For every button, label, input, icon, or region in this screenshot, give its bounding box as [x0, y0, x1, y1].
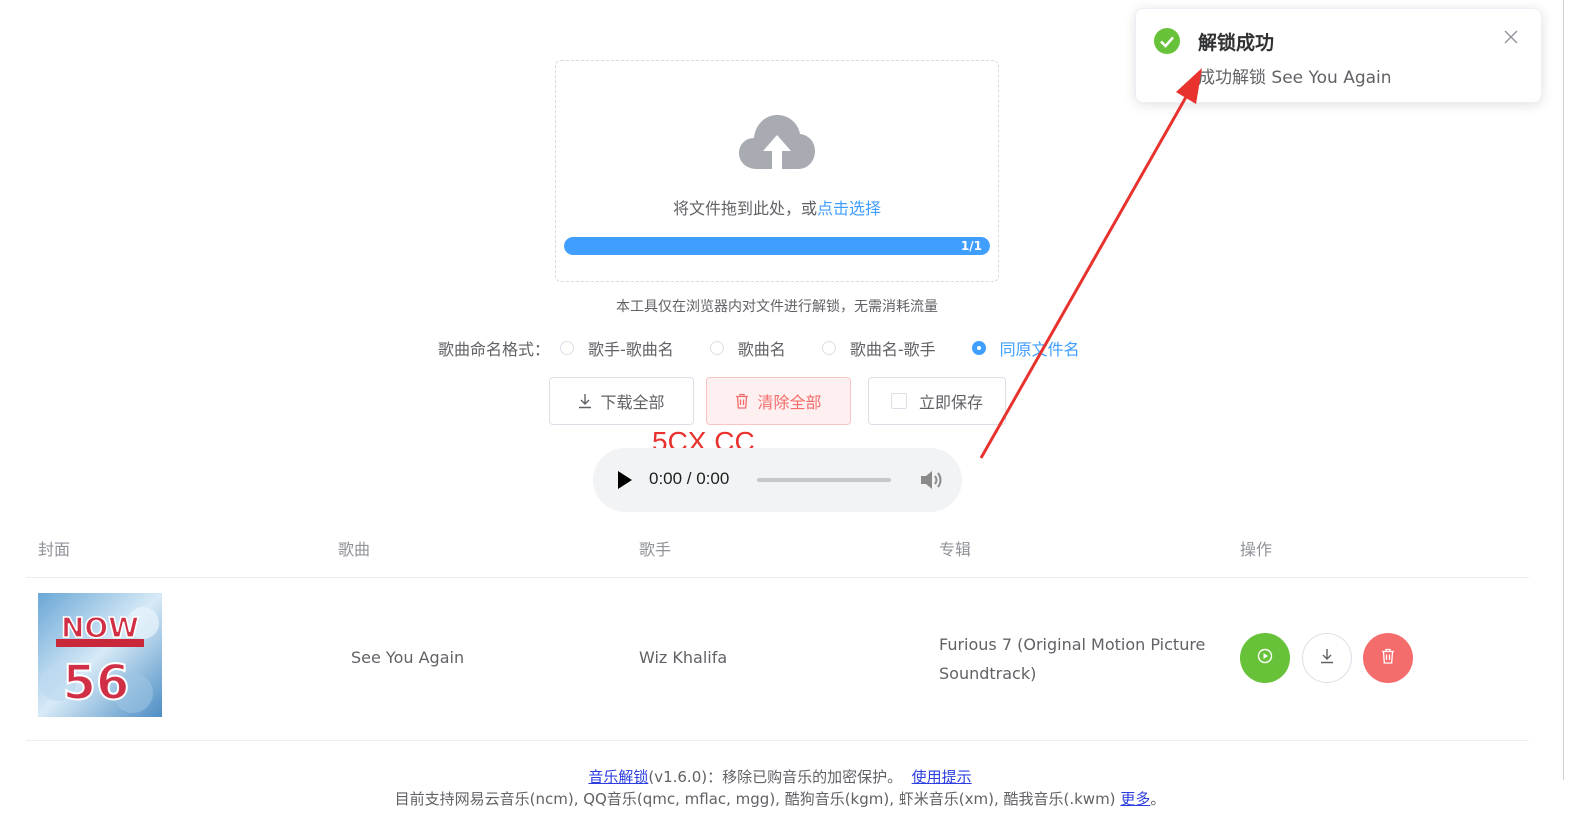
- usage-tips-link[interactable]: 使用提示: [912, 768, 972, 786]
- clear-all-button[interactable]: 清除全部: [706, 377, 851, 425]
- radio-circle[interactable]: [821, 341, 836, 355]
- download-all-label: 下载全部: [600, 393, 665, 412]
- scrollbar-track[interactable]: [1563, 0, 1564, 780]
- radio-label: 歌曲名: [737, 340, 786, 359]
- download-all-button[interactable]: 下载全部: [549, 377, 694, 425]
- header-actions: 操作: [1240, 540, 1273, 559]
- song-title: See You Again: [351, 648, 465, 667]
- volume-icon[interactable]: [919, 468, 945, 496]
- download-button[interactable]: [1302, 633, 1352, 683]
- header-artist: 歌手: [639, 540, 672, 559]
- version-text: (v1.6.0)：移除已购音乐的加密保护。: [648, 768, 903, 786]
- naming-option-original[interactable]: 同原文件名: [971, 336, 1080, 360]
- song-album: Furious 7 (Original Motion Picture Sound…: [939, 635, 1206, 683]
- delete-button[interactable]: [1363, 633, 1413, 683]
- header-title: 歌曲: [338, 540, 371, 559]
- audio-player: 0:00 / 0:00: [593, 448, 962, 512]
- cloud-upload-icon: [739, 113, 815, 177]
- radio-label: 同原文件名: [999, 340, 1080, 359]
- header-album: 专辑: [939, 540, 972, 559]
- play-circle-icon: [1257, 648, 1273, 668]
- radio-circle[interactable]: [709, 341, 724, 355]
- radio-circle[interactable]: [560, 341, 575, 355]
- song-artist: Wiz Khalifa: [639, 648, 728, 667]
- footer-period: 。: [1150, 790, 1166, 808]
- audio-seek-bar[interactable]: [757, 478, 891, 482]
- radio-label: 歌手-歌曲名: [588, 340, 674, 359]
- download-icon: [578, 393, 592, 409]
- close-icon[interactable]: [1504, 29, 1518, 48]
- clear-all-label: 清除全部: [757, 393, 822, 412]
- table-divider: [26, 740, 1529, 741]
- naming-format-group: 歌曲命名格式： 歌手-歌曲名 歌曲名 歌曲名-歌手 同原文件名: [438, 337, 1116, 359]
- upload-drag-text: 将文件拖到此处，或: [672, 199, 817, 218]
- cover-number-text: 56: [63, 655, 130, 711]
- album-cover: NOW 56: [38, 593, 162, 717]
- trash-icon: [1381, 648, 1395, 668]
- naming-option-title-artist[interactable]: 歌曲名-歌手: [821, 336, 936, 360]
- naming-option-title[interactable]: 歌曲名: [709, 336, 786, 360]
- notification-message: 成功解锁 See You Again: [1198, 68, 1392, 88]
- upload-progress-bar: 1/1: [564, 237, 990, 255]
- success-notification: 解锁成功 成功解锁 See You Again: [1135, 8, 1542, 103]
- cover-now-text: NOW: [61, 611, 139, 644]
- radio-label: 歌曲名-歌手: [849, 340, 936, 359]
- table-divider: [26, 577, 1529, 578]
- check-circle-icon: [1154, 28, 1180, 58]
- download-icon: [1320, 648, 1334, 668]
- upload-progress-fill: [564, 237, 990, 255]
- checkbox-box[interactable]: [890, 393, 907, 409]
- supported-formats-text: 目前支持网易云音乐(ncm), QQ音乐(qmc, mflac, mgg), 酷…: [394, 790, 1116, 808]
- play-icon[interactable]: [617, 470, 633, 494]
- upload-dropzone[interactable]: 将文件拖到此处，或点击选择 1/1: [555, 60, 999, 282]
- save-now-label: 立即保存: [918, 393, 983, 412]
- naming-format-label: 歌曲命名格式：: [438, 340, 551, 359]
- footer-line-version: 音乐解锁(v1.6.0)：移除已购音乐的加密保护。 使用提示: [0, 766, 1560, 787]
- header-cover: 封面: [38, 540, 71, 559]
- trash-icon: [735, 393, 749, 409]
- play-button[interactable]: [1240, 633, 1290, 683]
- audio-time: 0:00 / 0:00: [649, 469, 730, 488]
- naming-option-artist-title[interactable]: 歌手-歌曲名: [560, 336, 674, 360]
- app-link[interactable]: 音乐解锁: [588, 768, 648, 786]
- click-select-link[interactable]: 点击选择: [817, 199, 881, 218]
- privacy-tip: 本工具仅在浏览器内对文件进行解锁，无需消耗流量: [616, 299, 938, 315]
- footer-line-supported: 目前支持网易云音乐(ncm), QQ音乐(qmc, mflac, mgg), 酷…: [0, 788, 1560, 809]
- more-link[interactable]: 更多: [1120, 790, 1150, 808]
- notification-title: 解锁成功: [1198, 32, 1275, 54]
- upload-progress-text: 1/1: [960, 239, 982, 253]
- radio-circle[interactable]: [971, 341, 986, 355]
- save-now-checkbox[interactable]: 立即保存: [868, 377, 1006, 425]
- upload-instructions: 将文件拖到此处，或点击选择: [556, 195, 998, 219]
